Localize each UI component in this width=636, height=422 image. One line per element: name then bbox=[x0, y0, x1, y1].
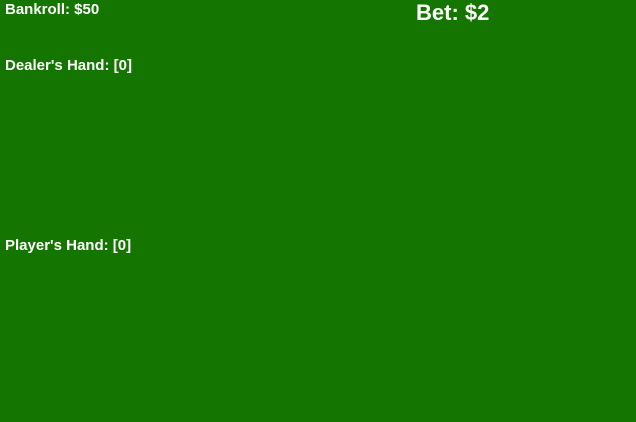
dealer-card-area bbox=[5, 80, 631, 230]
bet-label: Bet: $2 bbox=[416, 0, 490, 25]
card-table: Bankroll: $50 Bet: $2 Dealer's Hand: [0]… bbox=[0, 0, 636, 422]
dealer-hand-label: Dealer's Hand: [0] bbox=[5, 57, 132, 74]
player-hand-label: Player's Hand: [0] bbox=[5, 237, 132, 254]
player-card-area bbox=[5, 260, 631, 415]
bankroll-label: Bankroll: $50 bbox=[5, 1, 100, 18]
